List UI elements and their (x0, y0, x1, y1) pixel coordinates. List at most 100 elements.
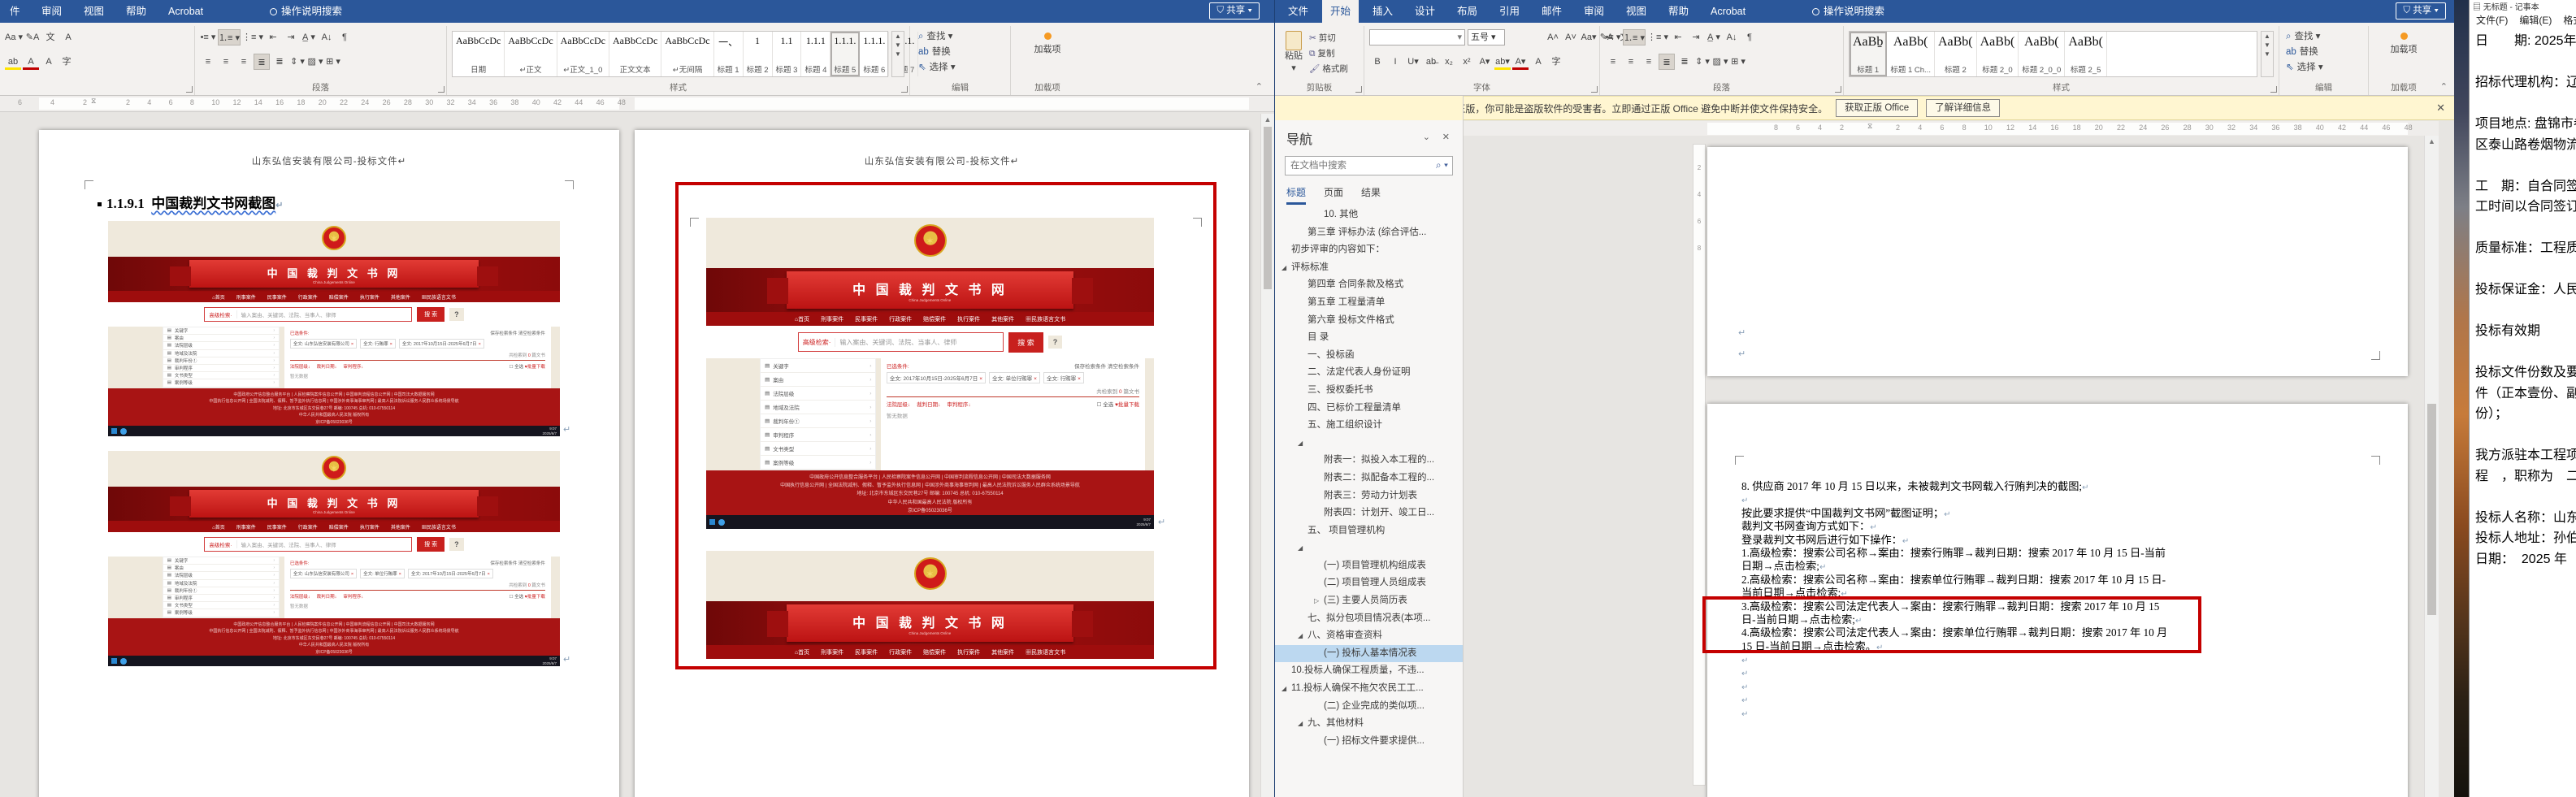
nav-tab-页面[interactable]: 页面 (1324, 185, 1343, 202)
site-filter-法院层级[interactable]: ▤ 法院层级 › (163, 342, 280, 350)
phonetic-guide-icon[interactable]: 文 (42, 29, 59, 45)
site-nav-其他案件[interactable]: 其他案件 (991, 315, 1014, 323)
nav-item[interactable]: 二、法定代表人身份证明 (1275, 364, 1463, 382)
site-filter-案由[interactable]: ▤ 案由 › (761, 373, 876, 388)
nav-item[interactable]: (一) 项目管理机构组成表 (1275, 557, 1463, 575)
site-filter-文书类型[interactable]: ▤ 文书类型 › (163, 602, 280, 610)
site-nav-⌂首页[interactable]: ⌂首页 (212, 293, 225, 301)
show-marks-icon[interactable]: ¶ (336, 29, 353, 45)
nav-item[interactable]: 五、 项目管理机构 (1275, 522, 1463, 540)
style-标题 5[interactable]: 1.1.1. 标题 5 (830, 32, 861, 76)
addins-button[interactable]: 加载项 (1011, 29, 1084, 56)
site-nav-刑事案件[interactable]: 刑事案件 (821, 648, 843, 656)
line-spacing-icon[interactable]: ⇕ ▾ (289, 54, 306, 70)
bullet-list-icon[interactable]: •≡ ▾ (1605, 29, 1621, 45)
paragraph-dialog-launcher[interactable] (1835, 86, 1841, 93)
nav-item[interactable]: (二) 项目管理人员组成表 (1275, 574, 1463, 592)
doc-line[interactable]: 8. 供应商 2017 年 10 月 15 日以来，未被裁判文书网载入行贿判决的… (1741, 480, 2392, 493)
site-nav-⌂首页[interactable]: ⌂首页 (795, 648, 809, 656)
filter-tag[interactable]: 全文: 山东弘信安装有限公司 × (289, 569, 358, 578)
remove-tag-icon[interactable]: × (488, 572, 490, 577)
align-left-icon[interactable]: ≡ (200, 54, 216, 70)
doc-line[interactable]: 2.高级检索：搜索公司名称→案由：搜索单位行贿罪→裁判日期：搜索 2017 年 … (1741, 574, 2392, 587)
site-search-button[interactable]: 搜 索 (417, 307, 445, 322)
style-标题 6[interactable]: 1.1.1. 标题 6 (860, 32, 890, 76)
align-right-icon[interactable]: ≡ (1641, 54, 1657, 70)
site-nav-执行案件[interactable]: 执行案件 (360, 523, 379, 531)
site-nav-赔偿案件[interactable]: 赔偿案件 (329, 293, 349, 301)
expand-icon[interactable]: ◢ (1281, 680, 1291, 698)
find-button[interactable]: ⌕ 查找 ▾ (918, 29, 1010, 45)
expand-icon[interactable]: ◢ (1298, 435, 1308, 453)
notepad-menu-编辑(E)[interactable]: 编辑(E) (2519, 13, 2552, 28)
site-help-button[interactable]: ? (1047, 336, 1063, 349)
change-case-icon[interactable]: Aa▾ (1581, 29, 1597, 45)
style-↵正文[interactable]: AaBbCcDc ↵正文 (505, 32, 557, 76)
nav-item[interactable]: 第四章 合同条款及格式 (1275, 276, 1463, 294)
site-nav-执行案件[interactable]: 执行案件 (957, 648, 980, 656)
filter-tag[interactable]: 全文: 2017年10月15日-2025年6月7日 × (407, 569, 493, 578)
remove-tag-icon[interactable]: × (1078, 376, 1081, 382)
sort-审判程序↓[interactable]: 审判程序↓ (343, 363, 363, 370)
batch-actions[interactable]: ☐ 全选 ♥批量下载 (510, 363, 545, 370)
styles-gallery-arrows[interactable]: ▲ ▼ ▼ (891, 31, 904, 77)
site-help-button[interactable]: ? (449, 308, 464, 321)
style-标题 2_5[interactable]: AaBb(标题 2_5 (2065, 32, 2107, 76)
nav-item[interactable]: 五、施工组织设计 (1275, 417, 1463, 435)
nav-item[interactable]: 第六章 投标文件格式 (1275, 312, 1463, 330)
site-nav-刑事案件[interactable]: 刑事案件 (236, 293, 256, 301)
remove-tag-icon[interactable]: × (351, 342, 353, 347)
style-标题 1[interactable]: AaBḇ 标题 1 (1850, 32, 1888, 76)
filter-tag[interactable]: 全文: 2017年10月15日-2025年6月7日 × (398, 339, 484, 349)
tab-视图[interactable]: 视图 (1618, 0, 1654, 23)
remove-tag-icon[interactable]: × (479, 342, 481, 347)
learn-more-button[interactable]: 了解详细信息 (1926, 99, 2001, 117)
sort-法院层级↓[interactable]: 法院层级↓ (290, 593, 310, 600)
nav-item[interactable]: (一) 投标人基本情况表 (1275, 644, 1463, 663)
site-filter-关键字[interactable]: ▤ 关键字 › (761, 359, 876, 374)
sort-icon[interactable]: A↓ (319, 29, 335, 45)
batch-actions[interactable]: ☐ 全选 ♥批量下载 (1097, 400, 1139, 408)
borders-icon[interactable]: ⊞ ▾ (325, 54, 341, 70)
clipboard-dialog-launcher[interactable] (1355, 86, 1362, 93)
sort-审判程序↓[interactable]: 审判程序↓ (947, 400, 970, 408)
font-color-icon[interactable]: A (23, 54, 39, 70)
highlight-color-icon[interactable]: ab (5, 54, 21, 70)
underline-icon[interactable]: U▾ (1405, 54, 1421, 70)
shading-icon[interactable]: ▨ ▾ (1712, 54, 1728, 70)
borders-icon[interactable]: ⊞ ▾ (1730, 54, 1746, 70)
nav-item[interactable]: ◢ (1275, 539, 1463, 557)
site-nav-⌂首页[interactable]: ⌂首页 (795, 315, 809, 323)
font-dialog-launcher[interactable] (186, 86, 193, 93)
shading-icon[interactable]: ▨ ▾ (307, 54, 323, 70)
font-color-icon[interactable]: A▾ (1512, 54, 1529, 70)
site-filter-地域及法院[interactable]: ▤ 地域及法院 › (163, 580, 280, 587)
collapse-ribbon-icon[interactable]: ⌃ (2440, 81, 2448, 92)
superscript-icon[interactable]: x² (1459, 54, 1475, 70)
tab-件[interactable]: 件 (2, 0, 28, 23)
addins-button[interactable]: 加载项 (2369, 29, 2439, 56)
copy-button[interactable]: ⧉ 复制 (1309, 46, 1348, 62)
tab-操作说明搜索[interactable]: 操作说明搜索 (262, 0, 350, 23)
notepad-menu-文件(F)[interactable]: 文件(F) (2476, 13, 2508, 28)
text-effects-icon[interactable]: A▾ (1477, 54, 1493, 70)
paste-button[interactable]: 粘贴 ▾ (1281, 31, 1306, 75)
tab-设计[interactable]: 设计 (1407, 0, 1443, 23)
doc-line[interactable]: 裁判文书网查询方式如下：↵ (1741, 520, 2392, 533)
doc-line[interactable]: ↵ (1741, 693, 2392, 706)
site-nav-执行案件[interactable]: 执行案件 (360, 293, 379, 301)
nav-item[interactable]: ◢ 九、其他材料 (1275, 715, 1463, 733)
site-filter-审判程序[interactable]: ▤ 审判程序 › (163, 365, 280, 373)
tab-引用[interactable]: 引用 (1491, 0, 1528, 23)
select-button[interactable]: ⇖ 选择 ▾ (2286, 60, 2368, 76)
nav-item[interactable]: ◢ (1275, 435, 1463, 453)
expand-icon[interactable]: ◢ (1298, 715, 1308, 733)
nav-item[interactable]: 一、投标函 (1275, 347, 1463, 365)
tab-邮件[interactable]: 邮件 (1533, 0, 1570, 23)
right-horizontal-ruler[interactable]: 8 6 4 2 2 4 6 8 10 12 14 16 18 20 22 24 26 28 30 32 34 36 38 40… (1464, 121, 2439, 137)
site-filter-案例等级[interactable]: ▤ 案例等级 › (163, 379, 280, 388)
expand-icon[interactable]: ◢ (1298, 627, 1308, 645)
site-filter-关键字[interactable]: ▤ 关键字 › (163, 327, 280, 336)
char-shading-icon[interactable]: A (1530, 54, 1546, 70)
clear-formatting-icon[interactable]: ✎A (24, 29, 41, 45)
